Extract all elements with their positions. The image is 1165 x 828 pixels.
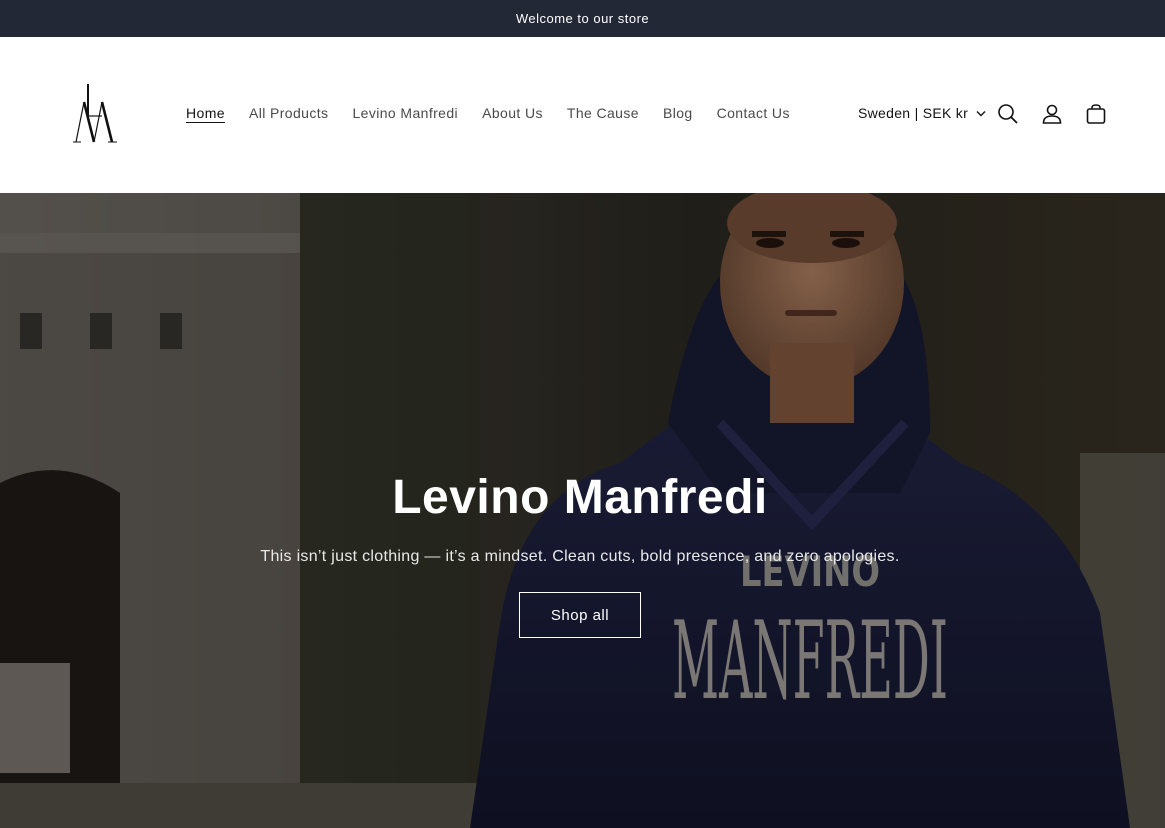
site-header: Home All Products Levino Manfredi About … [0, 37, 1165, 193]
hero-subtitle: This isn’t just clothing — it’s a mindse… [260, 548, 900, 565]
nav-the-cause[interactable]: The Cause [567, 105, 639, 121]
main-nav: Home All Products Levino Manfredi About … [186, 105, 814, 121]
cart-icon [1086, 104, 1106, 124]
search-button[interactable] [996, 102, 1020, 126]
hero-content: Levino Manfredi This isn’t just clothing… [0, 193, 1165, 828]
cart-button[interactable] [1084, 102, 1108, 126]
shop-all-button[interactable]: Shop all [519, 592, 641, 638]
hero-title: Levino Manfredi [392, 471, 768, 524]
country-currency-selector[interactable]: Sweden | SEK kr [858, 105, 986, 121]
brand-logo[interactable] [68, 80, 124, 146]
hero-banner: LEVINO MANFREDI Levino Manfredi This isn… [0, 193, 1165, 828]
locale-label: Sweden | SEK kr [858, 105, 969, 121]
account-icon [1042, 104, 1062, 124]
announcement-text: Welcome to our store [515, 11, 650, 26]
nav-about-us[interactable]: About Us [482, 105, 543, 121]
nav-home[interactable]: Home [186, 105, 225, 121]
nav-blog[interactable]: Blog [663, 105, 693, 121]
logo-monogram-icon [73, 84, 117, 143]
nav-all-products[interactable]: All Products [249, 105, 329, 121]
search-icon [998, 104, 1018, 124]
nav-contact-us[interactable]: Contact Us [717, 105, 790, 121]
account-button[interactable] [1040, 102, 1064, 126]
nav-levino-manfredi[interactable]: Levino Manfredi [352, 105, 458, 121]
announcement-bar: Welcome to our store [0, 0, 1165, 37]
chevron-down-icon [976, 110, 986, 116]
